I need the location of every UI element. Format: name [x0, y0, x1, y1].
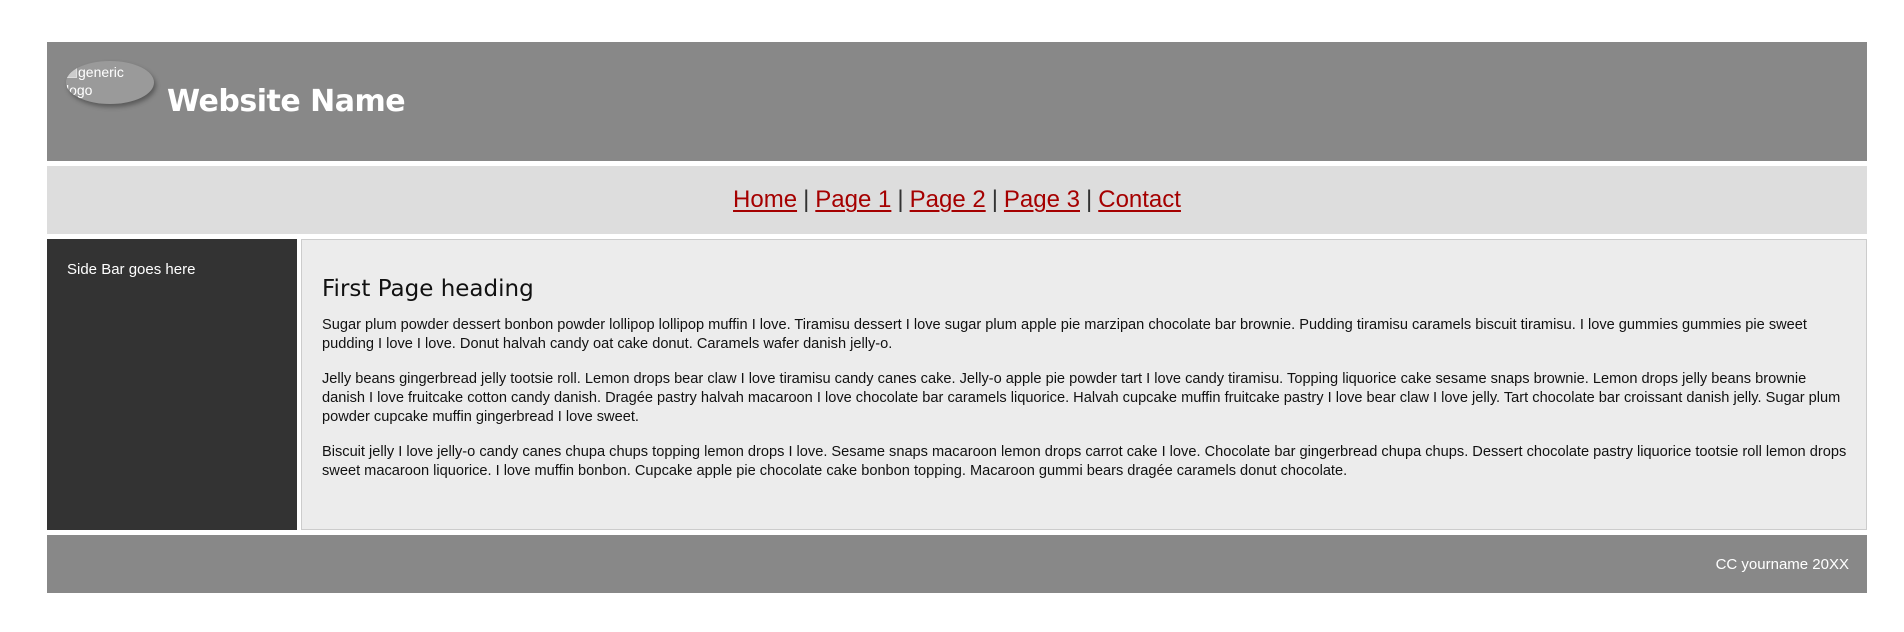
main-nav: Home | Page 1 | Page 2 | Page 3 | Contac… [47, 166, 1867, 234]
nav-separator: | [897, 186, 904, 213]
paragraph: Jelly beans gingerbread jelly tootsie ro… [322, 371, 1841, 425]
nav-link-home[interactable]: Home [733, 186, 797, 214]
nav-link-contact[interactable]: Contact [1098, 186, 1181, 214]
page-heading: First Page heading [322, 276, 534, 302]
footer-copyright: CC yourname 20XX [1715, 555, 1849, 573]
content-row: Side Bar goes here First Page heading Su… [47, 239, 1867, 530]
paragraph: Sugar plum powder dessert bonbon powder … [322, 317, 1807, 352]
nav-link-page-2[interactable]: Page 2 [910, 186, 986, 214]
site-logo[interactable]: generic logo [66, 61, 154, 104]
sidebar-text: Side Bar goes here [67, 261, 196, 278]
paragraph: Biscuit jelly I love jelly-o candy canes… [322, 444, 1847, 479]
main-content: First Page heading Sugar plum powder des… [301, 239, 1867, 530]
sidebar: Side Bar goes here [47, 239, 297, 530]
site-footer: CC yourname 20XX [47, 535, 1867, 593]
nav-link-page-3[interactable]: Page 3 [1004, 186, 1080, 214]
nav-link-page-1[interactable]: Page 1 [815, 186, 891, 214]
nav-separator: | [1086, 186, 1093, 213]
logo-broken-image: generic logo [66, 63, 126, 99]
broken-image-icon [66, 66, 77, 78]
site-name: Website Name [167, 84, 406, 119]
site-header: generic logo Website Name [47, 42, 1867, 161]
page-container: generic logo Website Name Home | Page 1 … [47, 42, 1867, 593]
nav-separator: | [803, 186, 810, 213]
nav-separator: | [991, 186, 998, 213]
